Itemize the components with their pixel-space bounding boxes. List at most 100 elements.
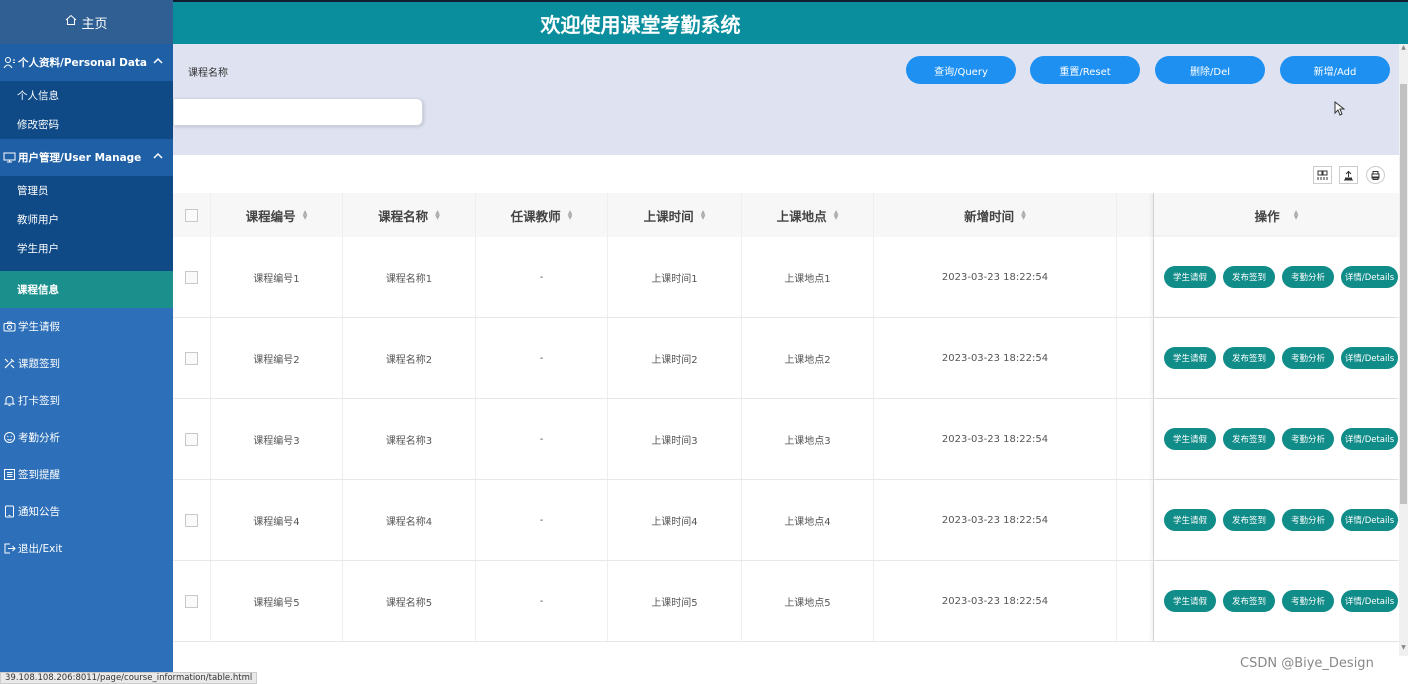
menu-group-user-manage[interactable]: 用户管理/User Manage [0,139,173,176]
sidebar-item-notices[interactable]: 通知公告 [0,493,173,530]
watermark: CSDN @Biye_Design [1240,656,1374,671]
search-input[interactable] [173,98,423,126]
chevron-up-icon [153,151,163,162]
column-header[interactable]: 上课时间 ▲ ▼ [608,193,742,237]
publish-signin-button[interactable]: 发布签到 [1223,509,1275,531]
logout-icon [2,542,16,556]
row-checkbox[interactable] [185,513,198,527]
select-all-checkbox[interactable] [185,208,198,222]
top-header: 欢迎使用课堂考勤系统 [173,0,1408,44]
student-leave-button[interactable]: 学生请假 [1164,509,1216,531]
reset-button[interactable]: 重置/Reset [1030,56,1140,84]
class-time-cell: 上课时间2 [608,318,742,398]
attendance-analysis-button[interactable]: 考勤分析 [1282,347,1334,369]
actions-cell: 学生请假 发布签到 考勤分析 详情/Details [1154,561,1399,641]
print-icon[interactable] [1366,166,1385,184]
face-icon [2,431,16,445]
actions-cell: 学生请假 发布签到 考勤分析 详情/Details [1154,399,1399,479]
sidebar-item-attendance-analysis[interactable]: 考勤分析 [0,419,173,456]
details-button[interactable]: 详情/Details [1341,347,1398,369]
home-link[interactable]: 主页 [0,0,173,44]
sidebar-item-student-leave[interactable]: 学生请假 [0,308,173,345]
course-id-cell: 课程编号5 [211,561,343,641]
sidebar-item-exit[interactable]: 退出/Exit [0,530,173,567]
column-header-label: 上课地点 [776,208,827,224]
scroll-thumb[interactable] [1400,84,1407,504]
teacher-cell: - [476,399,608,479]
menu-group-label: 个人资料/Personal Data [18,57,148,69]
status-bar-url: 39.108.108.206:8011/page/course_informat… [0,672,258,684]
sidebar-item-student-users[interactable]: 学生用户 [0,234,173,263]
scroll-up-icon[interactable]: ▲ [1399,44,1408,56]
sidebar-item-topic-signin[interactable]: 课题签到 [0,345,173,382]
details-button[interactable]: 详情/Details [1341,509,1398,531]
row-select-cell [173,480,211,560]
publish-signin-button[interactable]: 发布签到 [1223,428,1275,450]
sidebar-item-change-password[interactable]: 修改密码 [0,110,173,139]
table-row: 课程编号4 课程名称4- 上课时间4 上课地点4 2023-03-23 18:22:54… [173,480,1399,561]
row-checkbox[interactable] [185,432,198,446]
table-row: 课程编号2 课程名称2- 上课时间2 上课地点2 2023-03-23 18:22:54… [173,318,1399,399]
menu-group-personal-data[interactable]: 个人资料/Personal Data [0,44,173,81]
sidebar-item-signin-reminder[interactable]: 签到提醒 [0,456,173,493]
row-checkbox[interactable] [185,594,198,608]
attendance-analysis-button[interactable]: 考勤分析 [1282,590,1334,612]
nav-label: 打卡签到 [18,395,60,407]
column-header-label: 课程名称 [378,208,429,224]
table-header-row: 课程编号 ▲ ▼ 课程名称 ▲ ▼ 任课教师 ▲ ▼ 上课时间 ▲ ▼ 上课地点 ▲ ▼ 新增时间 ▲… [173,193,1399,237]
column-header[interactable]: 任课教师 ▲ ▼ [476,193,608,237]
query-button[interactable]: 查询/Query [906,56,1016,84]
attendance-analysis-button[interactable]: 考勤分析 [1282,509,1334,531]
add-button[interactable]: 新增/Add [1280,56,1390,84]
row-select-cell [173,318,211,398]
nav-label: 考勤分析 [18,432,60,444]
created-time-cell: 2023-03-23 18:22:54 [874,399,1117,479]
attendance-analysis-button[interactable]: 考勤分析 [1282,266,1334,288]
row-checkbox[interactable] [185,270,198,284]
created-time-cell: 2023-03-23 18:22:54 [874,480,1117,560]
course-id-cell: 课程编号4 [211,480,343,560]
sort-icon: ▲ ▼ [302,209,308,221]
bell-icon [2,394,16,408]
publish-signin-button[interactable]: 发布签到 [1223,590,1275,612]
course-name-cell: 课程名称4 [343,480,476,560]
class-location-cell: 上课地点5 [742,561,874,641]
student-leave-button[interactable]: 学生请假 [1164,347,1216,369]
scroll-down-icon[interactable]: ▼ [1399,644,1408,656]
details-button[interactable]: 详情/Details [1341,590,1398,612]
class-location-cell: 上课地点3 [742,399,874,479]
column-header-label: 操作 [1254,208,1280,224]
actions-cell: 学生请假 发布签到 考勤分析 详情/Details [1154,318,1399,398]
column-header[interactable]: 课程名称 ▲ ▼ [343,193,476,237]
sidebar-item-teacher-users[interactable]: 教师用户 [0,205,173,234]
row-checkbox[interactable] [185,351,198,365]
student-leave-button[interactable]: 学生请假 [1164,266,1216,288]
sidebar-item-course-info[interactable]: 课程信息 [0,271,173,308]
details-button[interactable]: 详情/Details [1341,428,1398,450]
delete-button[interactable]: 删除/Del [1155,56,1265,84]
columns-filter-icon[interactable] [1313,166,1332,184]
column-header[interactable]: 新增时间 ▲ ▼ [874,193,1117,237]
sidebar-item-admin[interactable]: 管理员 [0,176,173,205]
mouse-cursor-icon [1334,100,1346,120]
column-header[interactable]: 上课地点 ▲ ▼ [742,193,874,237]
class-location-cell: 上课地点1 [742,237,874,317]
student-leave-button[interactable]: 学生请假 [1164,428,1216,450]
column-header[interactable]: 课程编号 ▲ ▼ [211,193,343,237]
publish-signin-button[interactable]: 发布签到 [1223,347,1275,369]
details-button[interactable]: 详情/Details [1341,266,1398,288]
page-scrollbar[interactable]: ▲ ▼ [1399,44,1408,656]
student-leave-button[interactable]: 学生请假 [1164,590,1216,612]
column-header[interactable]: 操作 ▲ ▼ [1154,193,1399,237]
export-icon[interactable] [1339,166,1358,184]
class-time-cell: 上课时间1 [608,237,742,317]
search-label: 课程名称 [188,68,228,79]
blank-cell [1117,237,1154,317]
attendance-analysis-button[interactable]: 考勤分析 [1282,428,1334,450]
sidebar-item-profile[interactable]: 个人信息 [0,81,173,110]
column-header-label: 上课时间 [643,208,694,224]
publish-signin-button[interactable]: 发布签到 [1223,266,1275,288]
course-id-cell: 课程编号1 [211,237,343,317]
sidebar-item-clock-in[interactable]: 打卡签到 [0,382,173,419]
camera-icon [2,320,16,334]
